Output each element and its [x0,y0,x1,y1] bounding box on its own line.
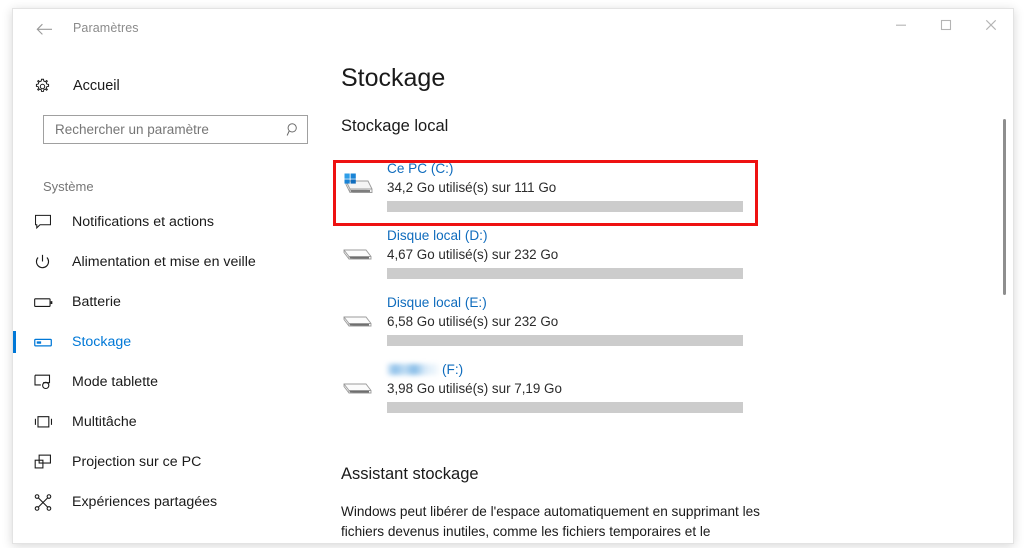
drive-name-text: (F:) [442,362,464,377]
settings-window: Paramètres Accueil Rechercher un paramèt… [12,8,1014,544]
sidebar-item-label: Alimentation et mise en veille [72,254,256,270]
local-storage-heading: Stockage local [341,117,449,135]
storage-sense-description: Windows peut libérer de l'espace automat… [341,504,760,539]
sidebar: Accueil Système [13,47,317,543]
close-icon [985,19,996,31]
drive-row[interactable]: Disque local (D:) 4,67 Go utilisé(s) sur… [317,220,1013,287]
maximize-button[interactable] [923,9,968,41]
storage-sense-heading: Assistant stockage [341,465,479,483]
drive-icon [339,301,375,331]
content-pane: Stockage Stockage local Ce PC (C:) 34,2 … [317,47,1013,543]
selection-accent-bar [13,291,16,313]
title-bar: Paramètres [13,9,1013,47]
selection-accent-bar [13,451,16,473]
sidebar-item-home[interactable]: Accueil [21,69,307,103]
power-icon [34,252,56,272]
drive-name[interactable]: Disque local (D:) [387,228,487,243]
drive-usage-bar [387,335,743,346]
window-title: Paramètres [73,21,139,35]
notification-icon [34,212,56,232]
selection-accent-bar [13,331,16,353]
drive-list: Ce PC (C:) 34,2 Go utilisé(s) sur 111 Go [317,153,1013,421]
drive-usage-text: 4,67 Go utilisé(s) sur 232 Go [387,247,559,262]
sidebar-item-tablet-mode[interactable]: Mode tablette [13,362,317,402]
gear-icon [34,78,56,95]
redacted-drive-label [387,364,439,375]
maximize-icon [940,19,951,31]
sidebar-item-storage[interactable]: Stockage [13,322,317,362]
search-icon[interactable] [279,122,307,137]
content-scrollbar[interactable] [997,47,1013,543]
battery-icon [34,292,56,312]
drive-usage-text: 34,2 Go utilisé(s) sur 111 Go [387,180,557,195]
sidebar-item-label: Expériences partagées [72,494,218,510]
settings-window-page: Paramètres Accueil Rechercher un paramèt… [0,0,1024,548]
drive-usage-bar [387,402,743,413]
sidebar-item-battery[interactable]: Batterie [13,282,317,322]
search-input[interactable] [44,116,279,143]
back-button[interactable] [27,16,61,42]
scrollbar-thumb[interactable] [1003,119,1006,295]
sidebar-item-power-sleep[interactable]: Alimentation et mise en veille [13,242,317,282]
drive-usage-bar [387,201,743,212]
minimize-icon [895,24,906,26]
drive-icon [339,368,375,398]
drive-usage-bar [387,268,743,279]
sidebar-nav-list: Notifications et actions Alimentation et… [13,202,317,522]
sidebar-item-label: Stockage [72,334,132,350]
drive-usage-text: 6,58 Go utilisé(s) sur 232 Go [387,314,559,329]
close-button[interactable] [968,9,1013,41]
selection-accent-bar [13,411,16,433]
selection-accent-bar [13,371,16,393]
sidebar-item-label: Mode tablette [72,374,158,390]
drive-name[interactable]: Ce PC (C:) [387,161,453,176]
multitasking-icon [34,412,56,432]
drive-row[interactable]: Disque local (E:) 6,58 Go utilisé(s) sur… [317,287,1013,354]
drive-row[interactable]: Ce PC (C:) 34,2 Go utilisé(s) sur 111 Go [317,153,1013,220]
sidebar-item-label: Projection sur ce PC [72,454,202,470]
sidebar-item-shared-experiences[interactable]: Expériences partagées [13,482,317,522]
page-title: Stockage [341,64,446,92]
drive-name[interactable]: Disque local (E:) [387,295,487,310]
drive-usage-text: 3,98 Go utilisé(s) sur 7,19 Go [387,381,562,396]
window-controls [878,9,1013,47]
search-box[interactable] [43,115,308,144]
sidebar-home-label: Accueil [73,78,120,94]
selection-accent-bar [13,491,16,513]
sidebar-item-notifications[interactable]: Notifications et actions [13,202,317,242]
windows-drive-icon [339,167,375,197]
sidebar-item-multitasking[interactable]: Multitâche [13,402,317,442]
sidebar-item-label: Batterie [72,294,121,310]
minimize-button[interactable] [878,9,923,41]
sidebar-item-label: Notifications et actions [72,214,214,230]
shared-experiences-icon [34,492,56,512]
selection-accent-bar [13,211,16,233]
drive-icon [339,234,375,264]
tablet-mode-icon [34,372,56,392]
drive-row[interactable]: (F:) 3,98 Go utilisé(s) sur 7,19 Go [317,354,1013,421]
drive-name[interactable]: (F:) [387,362,463,377]
sidebar-group-title: Système [43,179,94,194]
projecting-icon [34,452,56,472]
storage-icon [34,332,56,352]
sidebar-item-projecting[interactable]: Projection sur ce PC [13,442,317,482]
back-arrow-icon [36,23,52,35]
sidebar-item-label: Multitâche [72,414,137,430]
selection-accent-bar [13,251,16,273]
